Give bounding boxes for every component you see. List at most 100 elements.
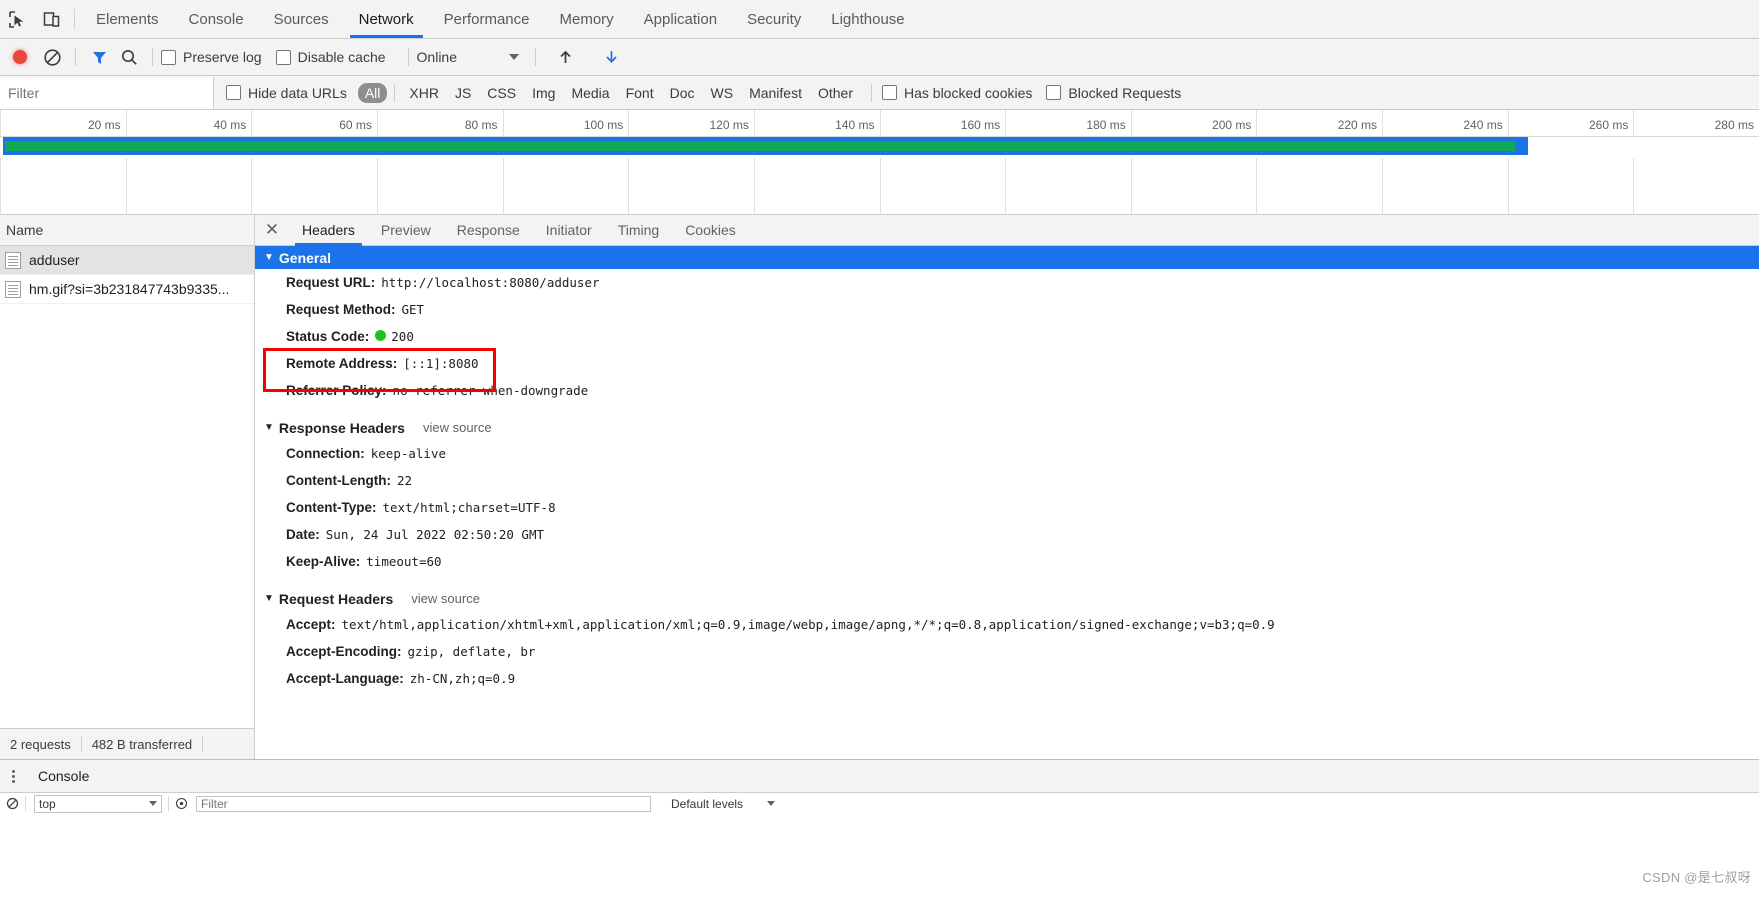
details-tab-preview[interactable]: Preview: [368, 215, 444, 245]
view-source-link[interactable]: view source: [423, 420, 492, 435]
request-name: adduser: [29, 252, 80, 268]
network-overview-timeline[interactable]: 20 ms 40 ms 60 ms 80 ms 100 ms 120 ms 140 ms 16…: [0, 110, 1759, 215]
preserve-log-checkbox[interactable]: Preserve log: [161, 49, 262, 65]
header-value: http://localhost:8080/adduser: [381, 275, 600, 290]
clear-network-log-icon[interactable]: [37, 44, 67, 70]
filter-type-label: JS: [454, 84, 472, 101]
disable-cache-checkbox[interactable]: Disable cache: [275, 49, 386, 65]
header-value: text/html;charset=UTF-8: [382, 500, 556, 515]
hide-data-urls-checkbox[interactable]: Hide data URLs: [226, 85, 347, 101]
tab-sources[interactable]: Sources: [259, 0, 344, 38]
details-tab-cookies[interactable]: Cookies: [672, 215, 749, 245]
checkbox-box[interactable]: [161, 49, 176, 65]
section-title: General: [278, 249, 332, 266]
filter-funnel-icon[interactable]: [84, 44, 114, 70]
timeline-tick: 20 ms: [0, 110, 126, 136]
filter-type-xhr[interactable]: XHR: [402, 83, 446, 103]
tab-elements[interactable]: Elements: [81, 0, 174, 38]
inspect-element-icon[interactable]: [0, 0, 34, 38]
header-key: Keep-Alive:: [286, 554, 361, 569]
console-filter-input[interactable]: [196, 795, 651, 812]
toolbar-divider: [394, 83, 396, 102]
export-har-icon[interactable]: [596, 44, 626, 70]
tab-network[interactable]: Network: [344, 0, 429, 38]
tab-performance[interactable]: Performance: [429, 0, 545, 38]
checkbox-box[interactable]: [882, 85, 897, 100]
tab-lighthouse[interactable]: Lighthouse: [816, 0, 919, 38]
section-request-headers-header[interactable]: ▼ Request Headers view source: [255, 586, 1759, 611]
toolbar-divider: [407, 48, 409, 66]
timeline-gridline: [879, 158, 881, 214]
record-stop-icon[interactable]: [13, 50, 27, 64]
timeline-gridline: [628, 158, 630, 214]
timeline-tick-label: 40 ms: [213, 118, 247, 132]
triangle-down-icon: ▼: [264, 421, 274, 433]
header-row-referrer-policy: Referrer Policy: no-referrer-when-downgr…: [255, 377, 1759, 404]
request-list-header[interactable]: Name: [0, 215, 254, 246]
live-expression-icon[interactable]: [169, 793, 194, 814]
details-tab-timing[interactable]: Timing: [605, 215, 673, 245]
console-context-select[interactable]: top: [34, 794, 162, 813]
tab-security[interactable]: Security: [732, 0, 816, 38]
filter-type-ws[interactable]: WS: [704, 83, 741, 103]
header-value: zh-CN,zh;q=0.9: [409, 671, 516, 686]
network-main-area: Name adduser hm.gif?si=3b231847743b9335.…: [0, 215, 1759, 759]
blocked-requests-checkbox[interactable]: Blocked Requests: [1046, 85, 1181, 101]
drawer-tab-console[interactable]: Console: [26, 760, 101, 792]
triangle-down-icon: ▼: [264, 592, 274, 604]
details-tab-label: Cookies: [685, 222, 736, 238]
header-key: Request URL:: [286, 275, 376, 290]
drawer-tab-bar: Console: [0, 760, 1759, 793]
tab-console[interactable]: Console: [174, 0, 259, 38]
filter-input[interactable]: [0, 76, 214, 109]
filter-type-js[interactable]: JS: [448, 83, 478, 103]
filter-type-media[interactable]: Media: [564, 83, 616, 103]
filter-type-other[interactable]: Other: [811, 83, 860, 103]
section-response-headers-header[interactable]: ▼ Response Headers view source: [255, 415, 1759, 440]
timeline-tick-label: 260 ms: [1588, 118, 1629, 132]
disable-cache-label: Disable cache: [297, 49, 386, 65]
network-throttling-select[interactable]: Online: [417, 49, 519, 65]
filter-type-font[interactable]: Font: [619, 83, 661, 103]
tab-memory[interactable]: Memory: [545, 0, 629, 38]
filter-type-label: Img: [532, 84, 556, 101]
timeline-tick-label: 180 ms: [1086, 118, 1126, 132]
checkbox-box[interactable]: [226, 85, 241, 100]
filter-type-label: All: [364, 84, 381, 101]
checkbox-box[interactable]: [1046, 85, 1062, 100]
close-icon[interactable]: ✕: [255, 215, 289, 245]
details-tab-initiator[interactable]: Initiator: [533, 215, 605, 245]
request-row-hmgif[interactable]: hm.gif?si=3b231847743b9335...: [0, 275, 254, 304]
header-key: Accept:: [286, 617, 336, 632]
timeline-tick-label: 60 ms: [339, 118, 372, 132]
filter-type-img[interactable]: Img: [525, 83, 562, 103]
filter-type-css[interactable]: CSS: [480, 83, 523, 103]
header-row-status-code: Status Code: 200: [255, 323, 1759, 350]
header-key: Content-Type:: [286, 500, 377, 515]
filter-type-all[interactable]: All: [357, 82, 388, 103]
import-har-icon[interactable]: [550, 44, 580, 70]
details-tab-response[interactable]: Response: [444, 215, 533, 245]
chevron-down-icon: [509, 54, 519, 60]
filter-type-doc[interactable]: Doc: [663, 83, 702, 103]
more-options-icon[interactable]: [0, 769, 26, 783]
timeline-tick-label: 20 ms: [87, 118, 121, 132]
view-source-link[interactable]: view source: [411, 591, 480, 606]
toggle-device-toolbar-icon[interactable]: [34, 0, 68, 38]
clear-console-icon[interactable]: [0, 793, 25, 814]
details-tab-headers[interactable]: Headers: [289, 215, 368, 246]
toolbar-divider: [152, 48, 153, 66]
section-general-header[interactable]: ▼ General: [255, 246, 1759, 269]
search-icon[interactable]: [114, 44, 144, 70]
console-log-levels-select[interactable]: Default levels: [667, 795, 779, 812]
tab-application[interactable]: Application: [629, 0, 732, 38]
checkbox-box[interactable]: [275, 49, 291, 65]
filter-type-manifest[interactable]: Manifest: [742, 83, 809, 103]
column-header-name: Name: [6, 222, 44, 238]
header-key: Remote Address:: [286, 356, 398, 371]
request-row-adduser[interactable]: adduser: [0, 246, 254, 275]
header-value: 200: [391, 329, 414, 344]
timeline-gridlines: [0, 158, 1759, 214]
header-value: keep-alive: [370, 446, 447, 461]
has-blocked-cookies-checkbox[interactable]: Has blocked cookies: [882, 85, 1032, 101]
